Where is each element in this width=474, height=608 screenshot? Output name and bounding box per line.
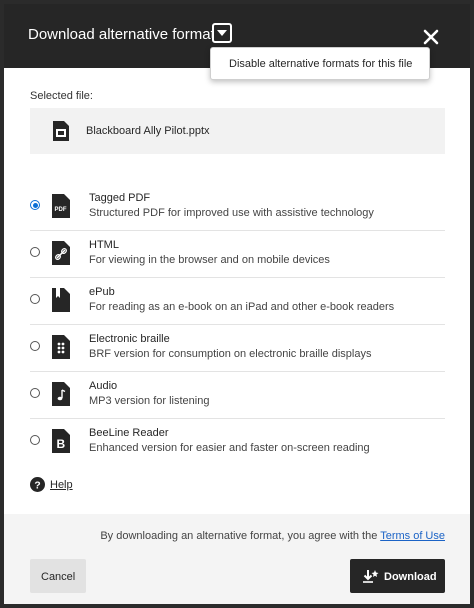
format-option-beeline[interactable]: B BeeLine Reader Enhanced version for ea… bbox=[30, 419, 445, 466]
svg-text:PDF: PDF bbox=[55, 207, 67, 213]
options-dropdown-button[interactable] bbox=[212, 23, 232, 43]
presentation-file-icon bbox=[53, 121, 69, 141]
braille-icon bbox=[52, 335, 70, 359]
format-radio[interactable] bbox=[30, 294, 40, 304]
caret-down-icon bbox=[217, 30, 227, 36]
format-radio[interactable] bbox=[30, 341, 40, 351]
selected-file-name: Blackboard Ally Pilot.pptx bbox=[86, 125, 210, 137]
download-label: Download bbox=[384, 571, 437, 583]
format-options-list: PDF Tagged PDF Structured PDF for improv… bbox=[30, 184, 445, 466]
format-radio[interactable] bbox=[30, 247, 40, 257]
terms-notice: By downloading an alternative format, yo… bbox=[100, 530, 445, 542]
svg-text:?: ? bbox=[34, 481, 40, 492]
selected-file-label: Selected file: bbox=[30, 90, 93, 102]
format-option-epub[interactable]: ePub For reading as an e-book on an iPad… bbox=[30, 278, 445, 325]
download-icon bbox=[363, 570, 379, 583]
cancel-label: Cancel bbox=[41, 571, 76, 583]
format-description: For viewing in the browser and on mobile… bbox=[89, 254, 330, 266]
format-title: Electronic braille bbox=[89, 333, 170, 345]
terms-of-use-link[interactable]: Terms of Use bbox=[380, 530, 445, 542]
format-radio[interactable] bbox=[30, 435, 40, 445]
audio-note-icon bbox=[52, 382, 70, 406]
svg-text:B: B bbox=[57, 437, 66, 451]
terms-text: By downloading an alternative format, yo… bbox=[100, 530, 378, 542]
options-dropdown-menu: Disable alternative formats for this fil… bbox=[210, 47, 430, 80]
format-option-audio[interactable]: Audio MP3 version for listening bbox=[30, 372, 445, 419]
format-title: Tagged PDF bbox=[89, 192, 151, 204]
format-option-html[interactable]: HTML For viewing in the browser and on m… bbox=[30, 231, 445, 278]
format-description: MP3 version for listening bbox=[89, 395, 210, 407]
format-description: BRF version for consumption on electroni… bbox=[89, 348, 372, 360]
dialog-title: Download alternative formats bbox=[28, 26, 223, 43]
close-icon[interactable] bbox=[420, 26, 442, 48]
pdf-icon: PDF bbox=[52, 194, 70, 218]
help-label[interactable]: Help bbox=[50, 479, 73, 491]
format-description: Enhanced version for easier and faster o… bbox=[89, 442, 370, 454]
selected-file-box: Blackboard Ally Pilot.pptx bbox=[30, 108, 445, 154]
format-title: BeeLine Reader bbox=[89, 427, 169, 439]
help-question-icon: ? bbox=[30, 477, 45, 492]
alternative-formats-dialog: Download alternative formats Disable alt… bbox=[4, 4, 470, 604]
format-radio[interactable] bbox=[30, 388, 40, 398]
format-radio[interactable] bbox=[30, 200, 40, 210]
format-title: HTML bbox=[89, 239, 119, 251]
cancel-button[interactable]: Cancel bbox=[30, 559, 86, 593]
disable-formats-menu-item[interactable]: Disable alternative formats for this fil… bbox=[229, 58, 412, 70]
format-title: Audio bbox=[89, 380, 118, 392]
format-title: ePub bbox=[89, 286, 115, 298]
epub-bookmark-icon bbox=[52, 288, 70, 312]
format-option-braille[interactable]: Electronic braille BRF version for consu… bbox=[30, 325, 445, 372]
dialog-footer: By downloading an alternative format, yo… bbox=[4, 514, 470, 604]
format-description: For reading as an e-book on an iPad and … bbox=[89, 301, 395, 313]
format-option-tagged-pdf[interactable]: PDF Tagged PDF Structured PDF for improv… bbox=[30, 184, 445, 231]
beeline-icon: B bbox=[52, 429, 70, 453]
html-link-icon bbox=[52, 241, 70, 265]
download-button[interactable]: Download bbox=[350, 559, 445, 593]
format-description: Structured PDF for improved use with ass… bbox=[89, 207, 374, 219]
